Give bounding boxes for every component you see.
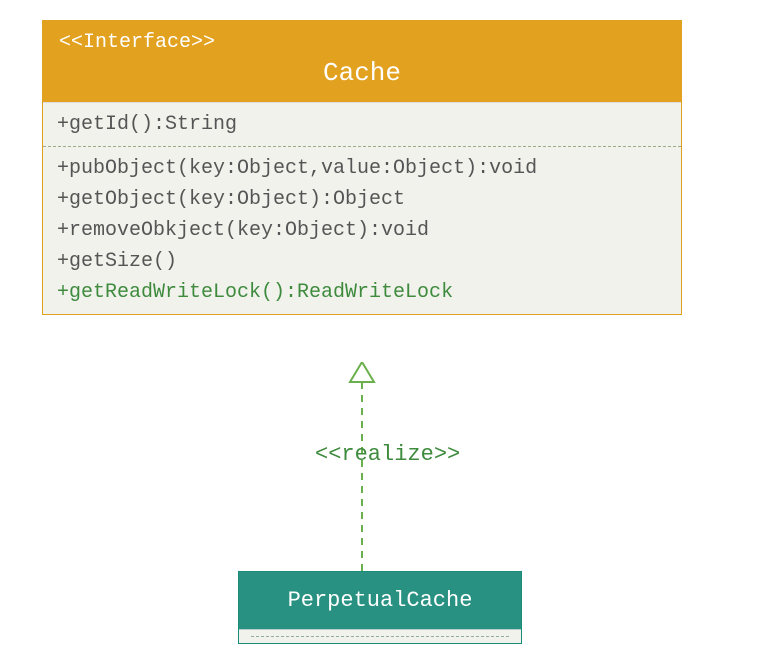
interface-name: Cache bbox=[59, 58, 665, 88]
method-group-1: +getId():String bbox=[43, 103, 681, 147]
method-getreadwritelock: +getReadWriteLock():ReadWriteLock bbox=[57, 277, 667, 308]
interface-cache: <<Interface>> Cache +getId():String +pub… bbox=[42, 20, 682, 315]
class-body bbox=[239, 629, 521, 643]
method-getid: +getId():String bbox=[57, 109, 667, 140]
method-group-2: +pubObject(key:Object,value:Object):void… bbox=[43, 147, 681, 314]
method-pubobject: +pubObject(key:Object,value:Object):void bbox=[57, 153, 667, 184]
class-name: PerpetualCache bbox=[239, 572, 521, 629]
method-getobject: +getObject(key:Object):Object bbox=[57, 184, 667, 215]
method-getsize: +getSize() bbox=[57, 246, 667, 277]
class-perpetualcache: PerpetualCache bbox=[238, 571, 522, 644]
interface-header: <<Interface>> Cache bbox=[43, 21, 681, 102]
method-removeobject: +removeObkject(key:Object):void bbox=[57, 215, 667, 246]
arrow-head-icon bbox=[350, 362, 374, 382]
interface-body: +getId():String +pubObject(key:Object,va… bbox=[43, 102, 681, 314]
realize-label: <<realize>> bbox=[315, 442, 460, 467]
interface-stereotype: <<Interface>> bbox=[59, 31, 665, 54]
